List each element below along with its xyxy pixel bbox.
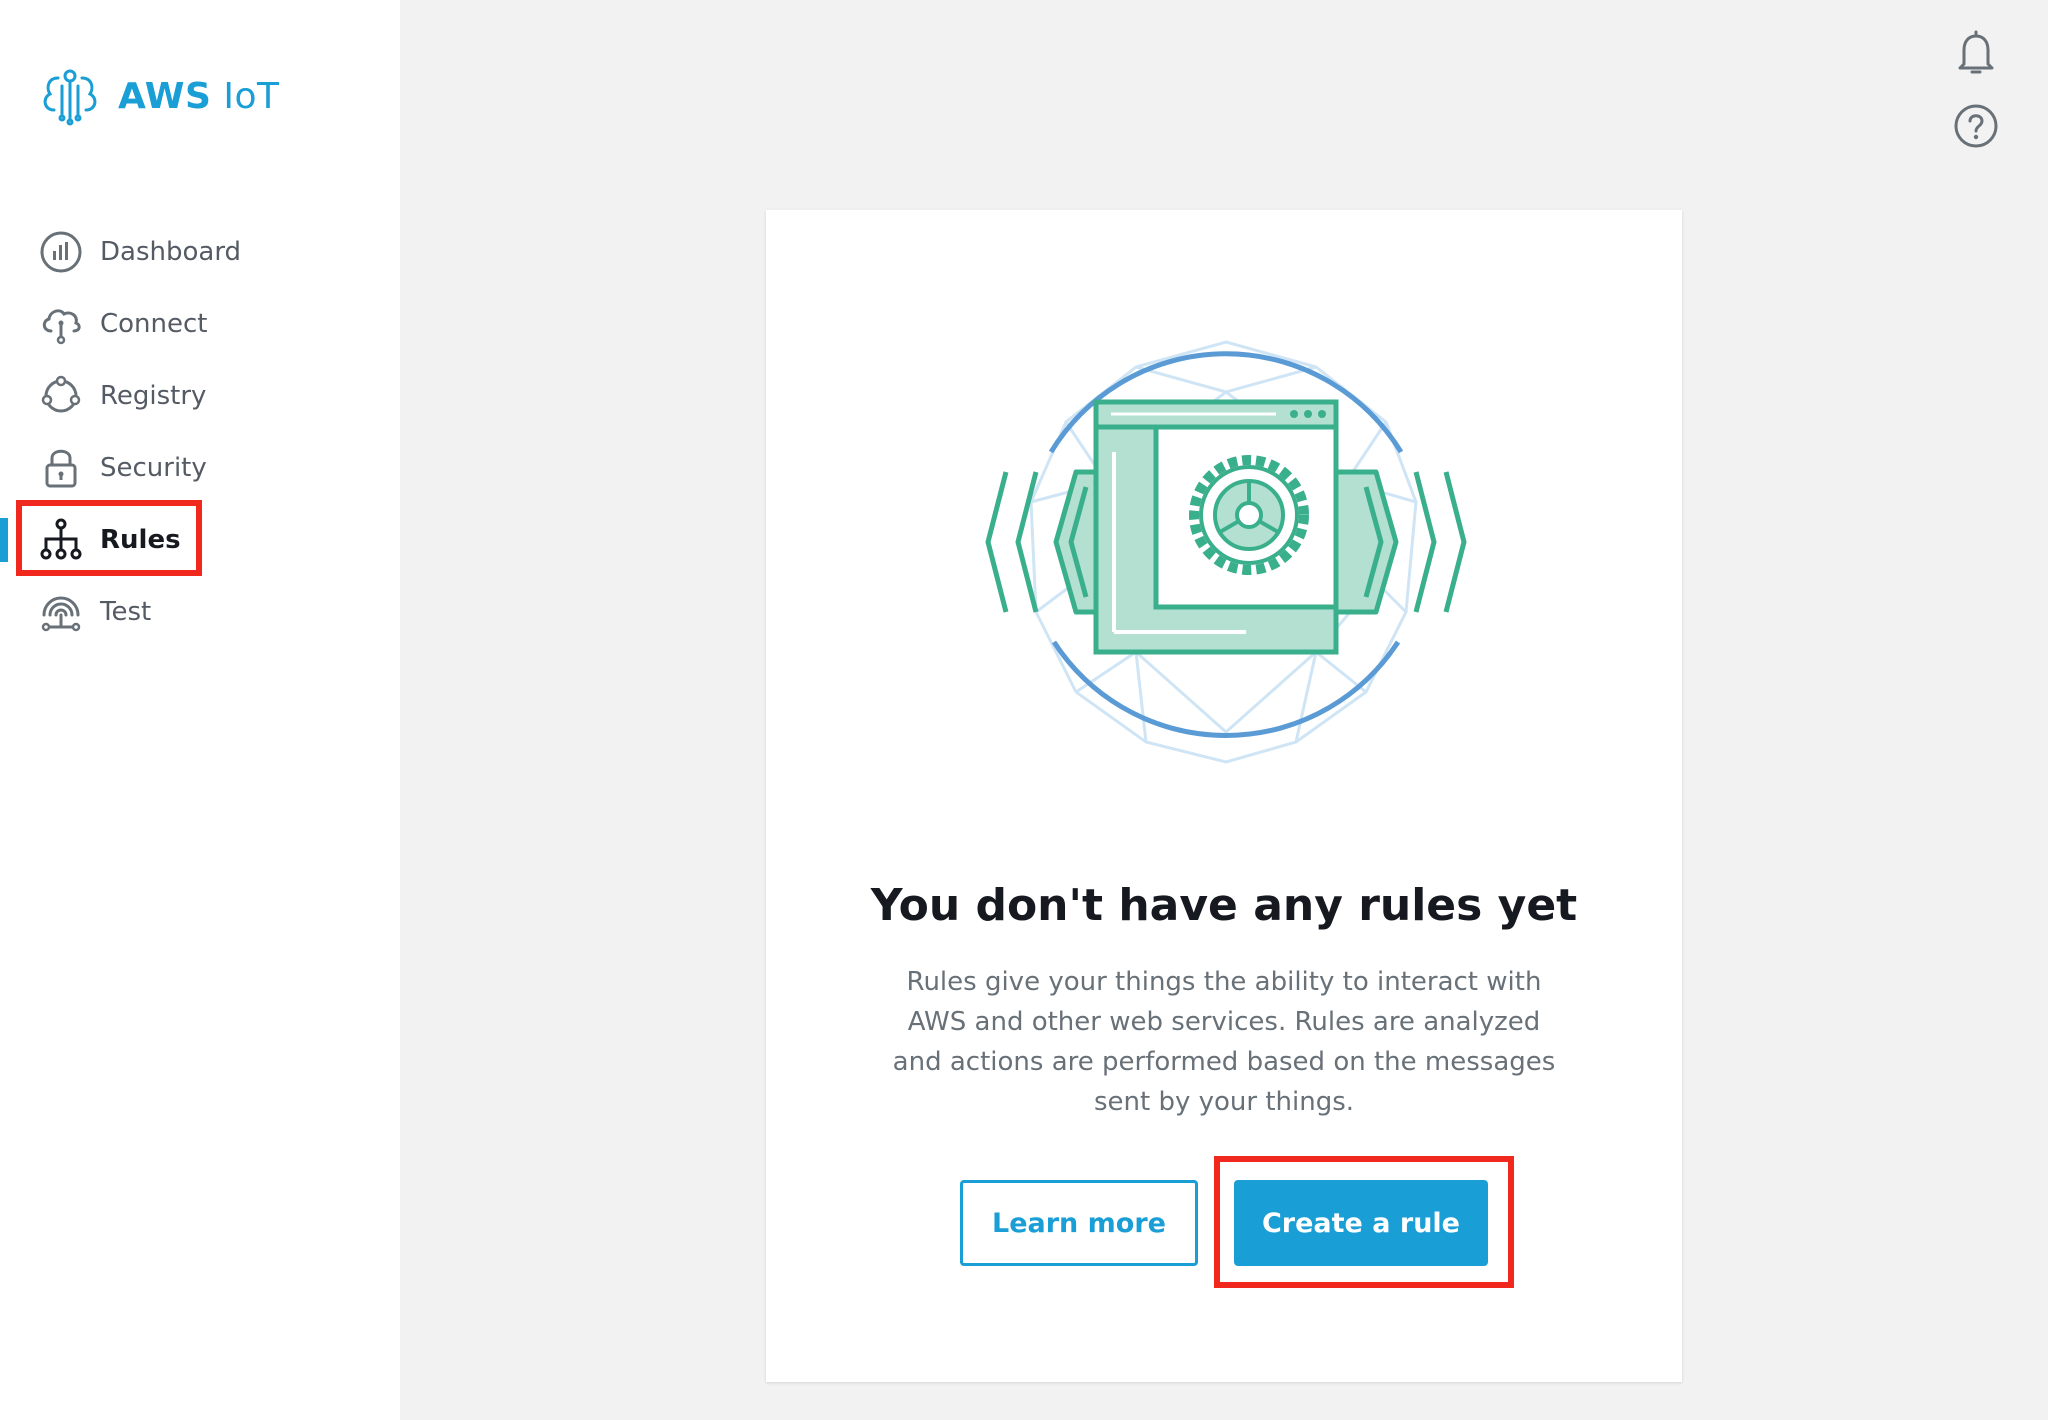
rules-engine-gear-illustration [985, 340, 1467, 764]
registry-nodes-icon [41, 375, 81, 413]
cloud-connect-icon [42, 309, 81, 345]
sidebar-item-security[interactable]: Security [0, 432, 400, 504]
active-indicator [0, 518, 8, 562]
learn-more-button[interactable]: Learn more [960, 1180, 1198, 1266]
sidebar-item-test[interactable]: Test [0, 576, 400, 648]
sidebar-item-label: Connect [100, 309, 208, 339]
empty-state-card: You don't have any rules yet Rules give … [766, 210, 1682, 1382]
sidebar-item-connect[interactable]: Connect [0, 288, 400, 360]
test-signal-icon [41, 596, 81, 632]
sidebar-item-dashboard[interactable]: Dashboard [0, 216, 400, 288]
rules-hierarchy-icon [40, 518, 82, 560]
empty-state-title: You don't have any rules yet [870, 880, 1578, 931]
sidebar: AWS IoT Dashboard Connect Registry Secur… [0, 0, 400, 1420]
aws-iot-logo[interactable]: AWS IoT [38, 64, 279, 128]
empty-state-description: Rules give your things the ability to in… [892, 967, 1556, 1117]
sidebar-item-label: Security [100, 453, 207, 483]
notifications-bell-icon[interactable] [1952, 28, 2000, 76]
sidebar-item-label: Registry [100, 381, 207, 411]
sidebar-item-registry[interactable]: Registry [0, 360, 400, 432]
dashboard-chart-icon [40, 231, 82, 273]
lock-icon [45, 449, 77, 488]
create-rule-button[interactable]: Create a rule [1234, 1180, 1488, 1266]
sidebar-item-label: Test [100, 597, 152, 627]
aws-iot-brain-icon [43, 69, 97, 126]
sidebar-item-label: Rules [100, 525, 181, 555]
sidebar-nav: Dashboard Connect Registry Security Rule… [0, 216, 400, 648]
logo-text-aws: AWS [118, 75, 212, 117]
sidebar-item-rules[interactable]: Rules [0, 504, 400, 576]
help-question-icon[interactable] [1952, 102, 2000, 150]
logo-text-iot: IoT [211, 75, 280, 117]
sidebar-item-label: Dashboard [100, 237, 242, 267]
